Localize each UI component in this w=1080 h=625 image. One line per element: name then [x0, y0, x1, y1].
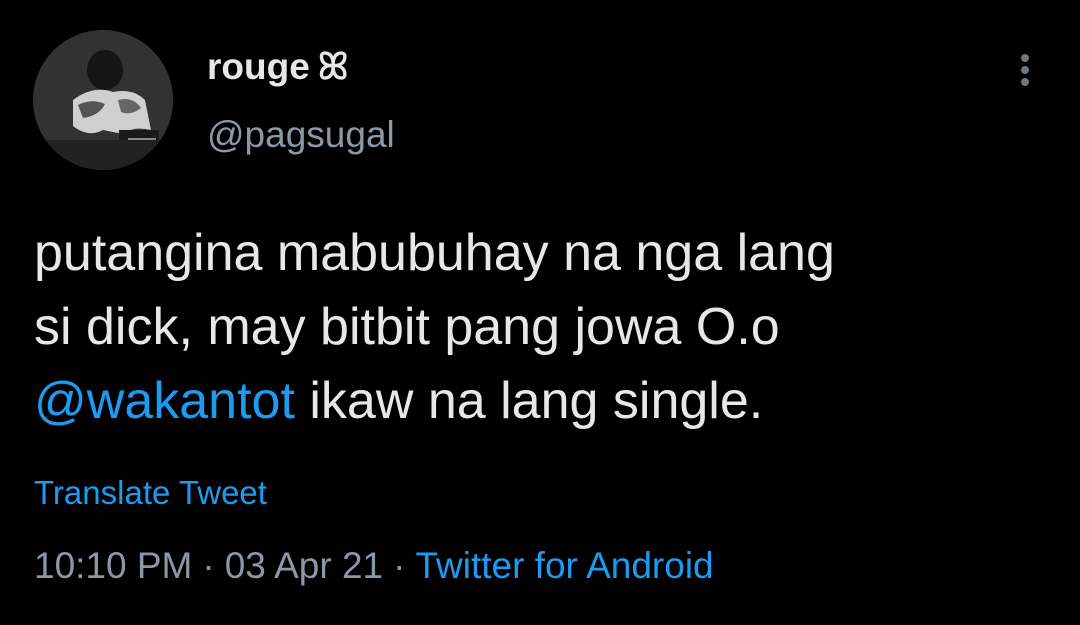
- translate-tweet-link[interactable]: Translate Tweet: [34, 474, 267, 512]
- avatar[interactable]: [33, 30, 173, 170]
- tweet-date: 03 Apr 21: [224, 545, 384, 586]
- tweet-text-tail: ikaw na lang single.: [294, 372, 764, 430]
- tweet-text-line: @wakantot ikaw na lang single.: [34, 364, 1044, 438]
- user-handle[interactable]: @pagsugal: [207, 114, 395, 156]
- tweet-source-link[interactable]: Twitter for Android: [415, 545, 713, 586]
- tweet-text-line: putangina mabubuhay na nga lang: [34, 224, 835, 282]
- display-name-text: rouge: [207, 46, 310, 87]
- more-options-button[interactable]: [1008, 48, 1044, 92]
- separator: ·: [202, 545, 215, 586]
- separator: ·: [393, 545, 406, 586]
- tweet: rouge ꕤ @pagsugal putangina mabubuhay na …: [0, 0, 1080, 625]
- mention-link[interactable]: @wakantot: [34, 372, 295, 430]
- tweet-text-line: si dick, may bitbit pang jowa O.o: [34, 298, 780, 356]
- tweet-metadata: 10:10 PM · 03 Apr 21 · Twitter for Android: [34, 545, 714, 587]
- display-name[interactable]: rouge ꕤ: [207, 46, 349, 89]
- avatar-image: [33, 30, 173, 170]
- tweet-time: 10:10 PM: [34, 545, 193, 586]
- name-symbol-icon: ꕤ: [317, 46, 349, 87]
- tweet-text: putangina mabubuhay na nga lang si dick,…: [34, 216, 1044, 438]
